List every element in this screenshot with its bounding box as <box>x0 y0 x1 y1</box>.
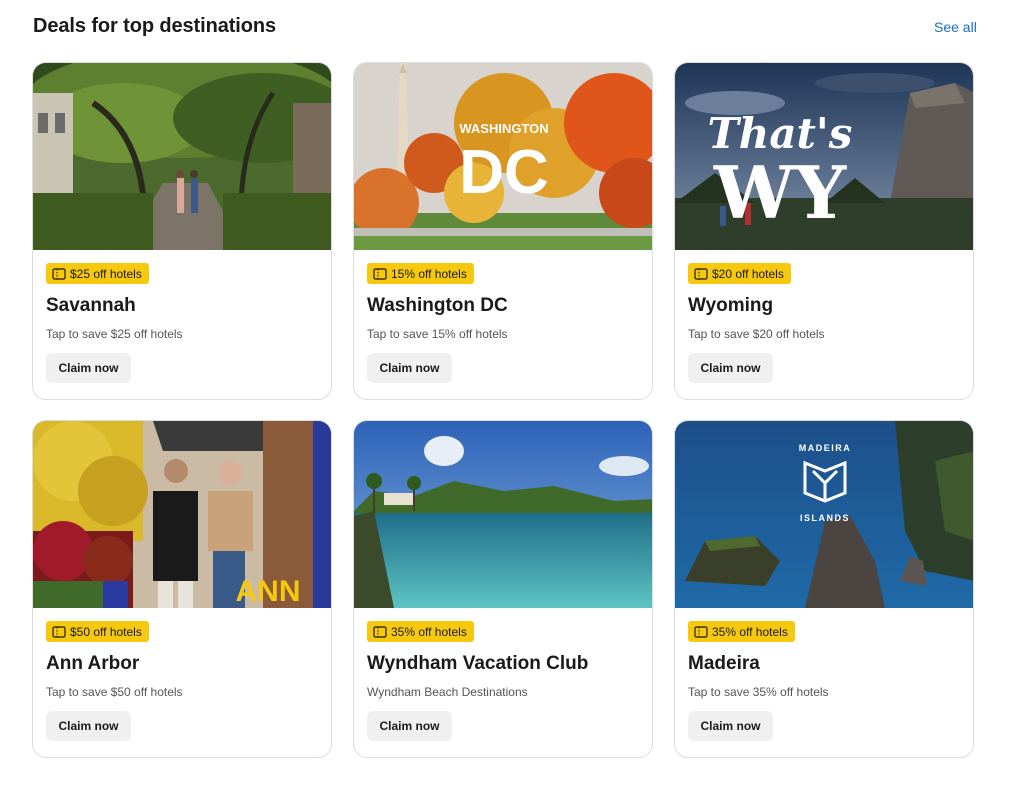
deal-description: Tap to save $50 off hotels <box>46 685 183 699</box>
destination-image: WASHINGTON DC <box>354 63 652 250</box>
claim-now-button[interactable]: Claim now <box>688 353 773 383</box>
ticket-icon <box>694 267 708 280</box>
claim-now-button[interactable]: Claim now <box>688 711 773 741</box>
badge-label: $50 off hotels <box>70 624 142 639</box>
destination-image: That's WY <box>675 63 973 250</box>
discount-badge: 15% off hotels <box>367 263 474 284</box>
destination-name: Madeira <box>688 653 760 674</box>
destination-image: ANN <box>33 421 331 608</box>
destination-name: Wyndham Vacation Club <box>367 653 589 674</box>
ticket-icon <box>52 267 66 280</box>
deal-card-washington-dc[interactable]: WASHINGTON DC 15% off hotels Washington … <box>353 62 653 400</box>
claim-now-button[interactable]: Claim now <box>367 711 452 741</box>
destination-name: Wyoming <box>688 295 774 316</box>
image-overlay-text: WY <box>713 150 848 235</box>
discount-badge: 35% off hotels <box>367 621 474 642</box>
deal-card-ann-arbor[interactable]: ANN $50 off hotels Ann Arbor Tap to save… <box>32 420 332 758</box>
deal-description: Tap to save $20 off hotels <box>688 327 825 341</box>
discount-badge: $50 off hotels <box>46 621 149 642</box>
deal-description: Tap to save $25 off hotels <box>46 327 183 341</box>
badge-label: $25 off hotels <box>70 266 142 281</box>
destination-image <box>354 421 652 608</box>
badge-label: 15% off hotels <box>391 266 467 281</box>
claim-now-button[interactable]: Claim now <box>46 353 131 383</box>
deal-description: Wyndham Beach Destinations <box>367 685 528 699</box>
image-overlay-text: ANN <box>236 575 301 608</box>
ticket-icon <box>373 625 387 638</box>
claim-now-button[interactable]: Claim now <box>46 711 131 741</box>
destination-name: Savannah <box>46 295 136 316</box>
image-overlay-text: MADEIRA <box>799 443 852 453</box>
badge-label: $20 off hotels <box>712 266 784 281</box>
discount-badge: $20 off hotels <box>688 263 791 284</box>
deal-card-savannah[interactable]: $25 off hotels Savannah Tap to save $25 … <box>32 62 332 400</box>
ticket-icon <box>694 625 708 638</box>
deal-card-wyoming[interactable]: That's WY $20 off hotels Wyoming Tap to … <box>674 62 974 400</box>
destination-image: MADEIRA ISLANDS <box>675 421 973 608</box>
discount-badge: $25 off hotels <box>46 263 149 284</box>
ticket-icon <box>373 267 387 280</box>
destination-name: Washington DC <box>367 295 508 316</box>
section-title: Deals for top destinations <box>33 15 276 37</box>
destination-image <box>33 63 331 250</box>
image-overlay-text: DC <box>459 138 549 207</box>
discount-badge: 35% off hotels <box>688 621 795 642</box>
deal-card-madeira[interactable]: MADEIRA ISLANDS 35% off hotels Madeira T… <box>674 420 974 758</box>
deal-description: Tap to save 15% off hotels <box>367 327 508 341</box>
destination-name: Ann Arbor <box>46 653 140 674</box>
deal-description: Tap to save 35% off hotels <box>688 685 829 699</box>
image-overlay-text: WASHINGTON <box>459 121 548 136</box>
badge-label: 35% off hotels <box>712 624 788 639</box>
claim-now-button[interactable]: Claim now <box>367 353 452 383</box>
badge-label: 35% off hotels <box>391 624 467 639</box>
deal-card-wyndham-vacation-club[interactable]: 35% off hotels Wyndham Vacation Club Wyn… <box>353 420 653 758</box>
image-overlay-text: ISLANDS <box>800 513 850 523</box>
see-all-link[interactable]: See all <box>934 19 977 35</box>
ticket-icon <box>52 625 66 638</box>
